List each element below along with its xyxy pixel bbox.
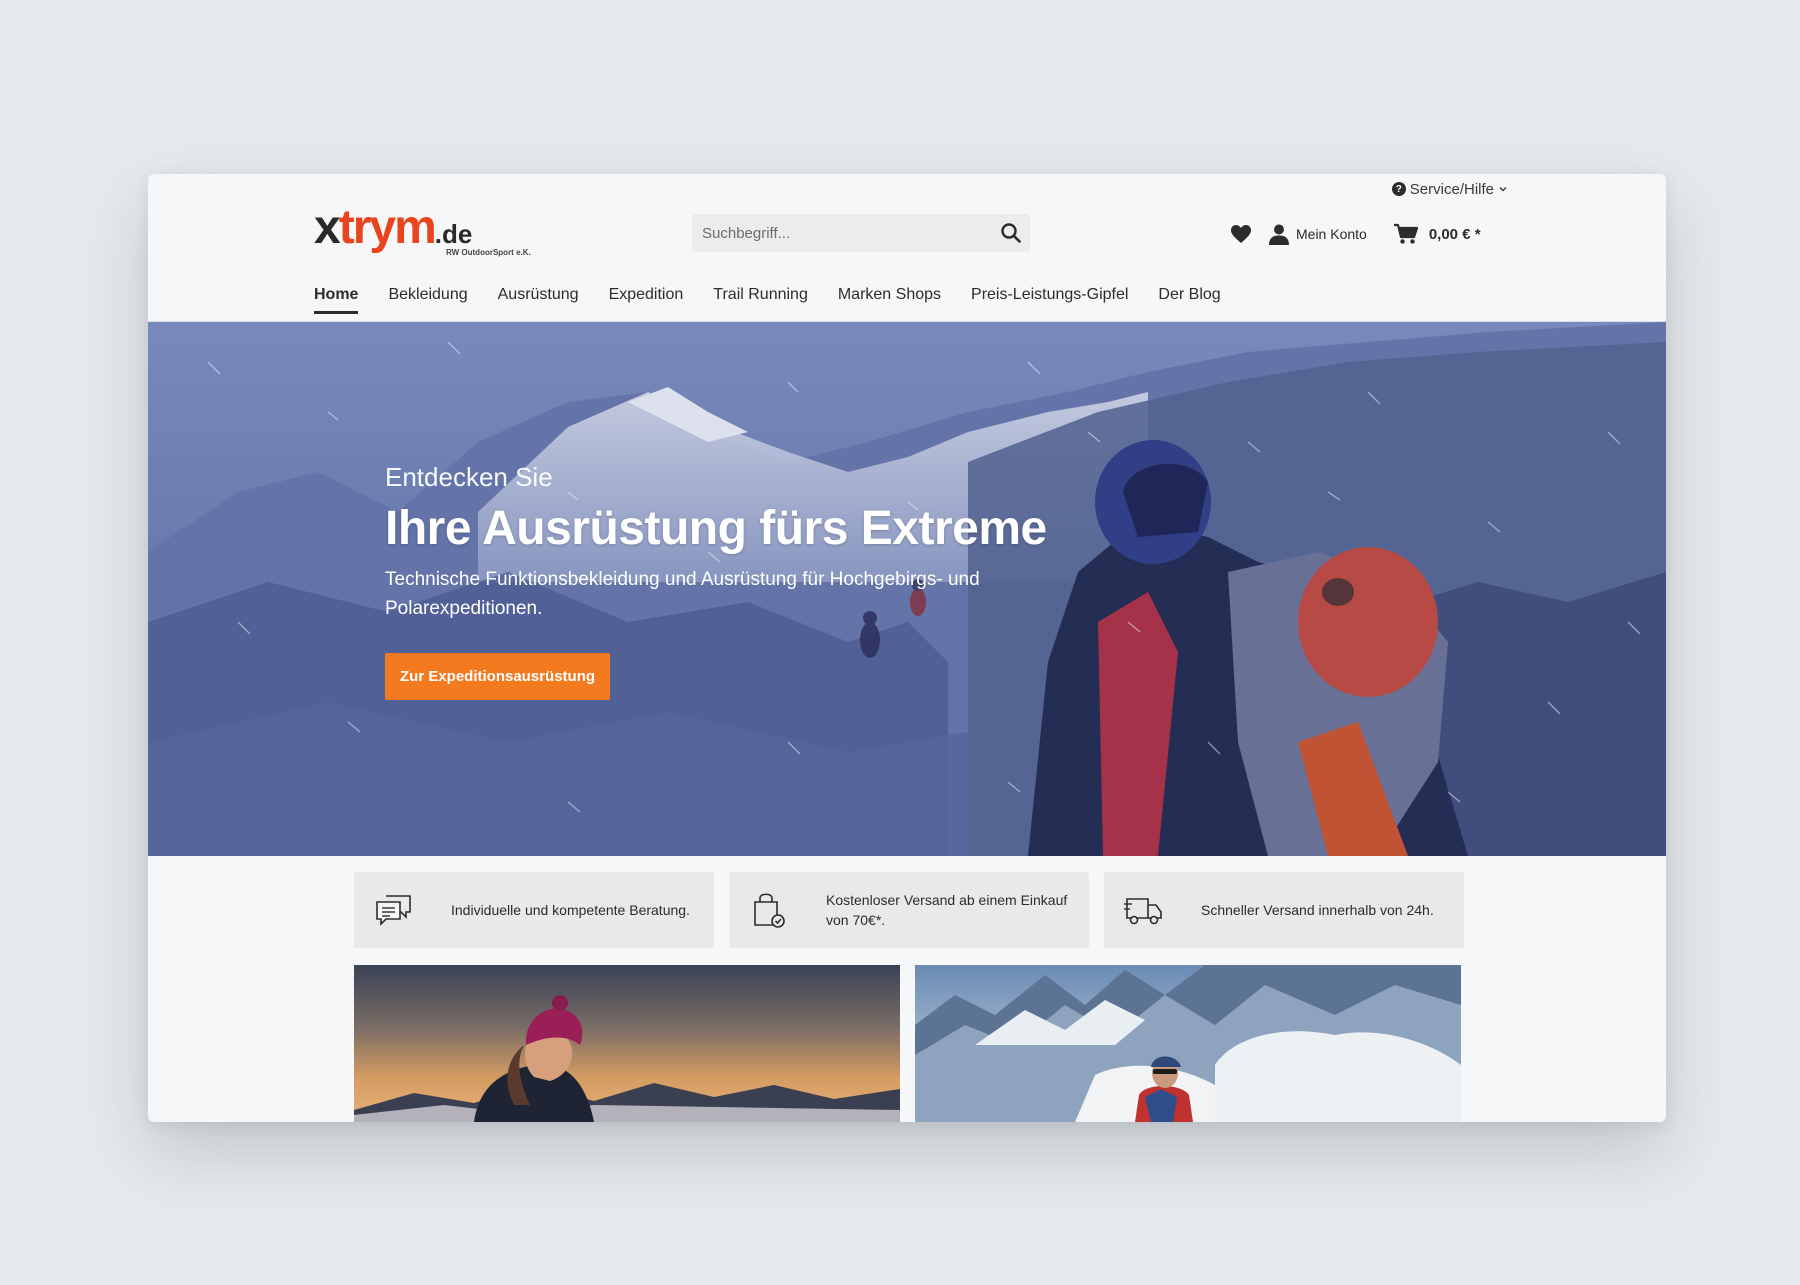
nav-item-home[interactable]: Home — [314, 286, 359, 316]
hero-content: Entdecken Sie Ihre Ausrüstung fürs Extre… — [385, 462, 1047, 700]
teaser-tile-mountain-runner[interactable] — [915, 965, 1461, 1122]
nav-item-bekleidung[interactable]: Bekleidung — [388, 286, 467, 316]
teaser-tile-woman-sunset[interactable] — [354, 965, 900, 1122]
cart-total: 0,00 € * — [1428, 225, 1481, 243]
search-button[interactable] — [992, 214, 1030, 252]
usp-box: Schneller Versand innerhalb von 24h. — [1104, 872, 1464, 948]
nav-item-preis-leistungs-gipfel[interactable]: Preis-Leistungs-Gipfel — [971, 286, 1128, 316]
hero-title: Ihre Ausrüstung fürs Extreme — [385, 502, 1047, 555]
nav-item-expedition[interactable]: Expedition — [609, 286, 684, 316]
service-help-dropdown[interactable]: ? Service/Hilfe — [1391, 178, 1508, 200]
main-navigation: Home Bekleidung Ausrüstung Expedition Tr… — [314, 286, 1221, 320]
usp-row: Individuelle und kompetente Beratung. Ko… — [354, 872, 1464, 948]
shopping-bag-check-icon — [754, 893, 785, 928]
nav-item-blog[interactable]: Der Blog — [1158, 286, 1220, 316]
heart-icon — [1231, 225, 1251, 243]
nav-item-marken-shops[interactable]: Marken Shops — [838, 286, 941, 316]
site-logo[interactable]: xtrym.de RW OutdoorSport e.K. — [314, 201, 554, 258]
usp-box: Individuelle und kompetente Beratung. — [354, 872, 714, 948]
account-button[interactable]: Mein Konto — [1268, 223, 1367, 245]
woman-sunset-image — [354, 995, 900, 1122]
question-icon: ? — [1391, 182, 1406, 196]
hero-description: Technische Funktionsbekleidung und Ausrü… — [385, 569, 980, 619]
delivery-truck-icon — [1124, 898, 1162, 925]
hero-banner: Entdecken Sie Ihre Ausrüstung fürs Extre… — [148, 322, 1666, 856]
hero-kicker: Entdecken Sie — [385, 462, 553, 492]
chat-bubbles-icon — [376, 895, 411, 926]
service-help-label: Service/Hilfe — [1409, 180, 1494, 198]
chevron-down-icon — [1499, 187, 1507, 192]
usp-text: Kostenloser Versand ab einem Einkauf von… — [826, 891, 1068, 928]
user-icon — [1269, 224, 1289, 245]
expedition-cta-button[interactable]: Zur Expeditionsausrüstung — [385, 653, 611, 700]
nav-item-trail-running[interactable]: Trail Running — [713, 286, 808, 316]
search-icon — [1001, 223, 1021, 243]
usp-text: Schneller Versand innerhalb von 24h. — [1201, 901, 1434, 918]
account-label: Mein Konto — [1296, 226, 1367, 242]
usp-box: Kostenloser Versand ab einem Einkauf von… — [729, 872, 1089, 948]
browser-window: ? Service/Hilfe xtrym.de RW OutdoorSport… — [148, 174, 1666, 1122]
search-bar — [692, 214, 1030, 252]
header-actions: Mein Konto 0,00 € * — [1230, 218, 1481, 250]
logo-wordmark: xtrym.de — [314, 201, 473, 254]
mountain-runner-image — [915, 965, 1461, 1122]
search-input[interactable] — [692, 214, 992, 252]
logo-tagline: RW OutdoorSport e.K. — [446, 248, 531, 257]
nav-item-ausruestung[interactable]: Ausrüstung — [498, 286, 579, 316]
cart-button[interactable]: 0,00 € * — [1393, 223, 1481, 245]
wishlist-button[interactable] — [1230, 224, 1252, 244]
usp-text: Individuelle und kompetente Beratung. — [451, 901, 690, 918]
shopping-cart-icon — [1393, 223, 1418, 244]
